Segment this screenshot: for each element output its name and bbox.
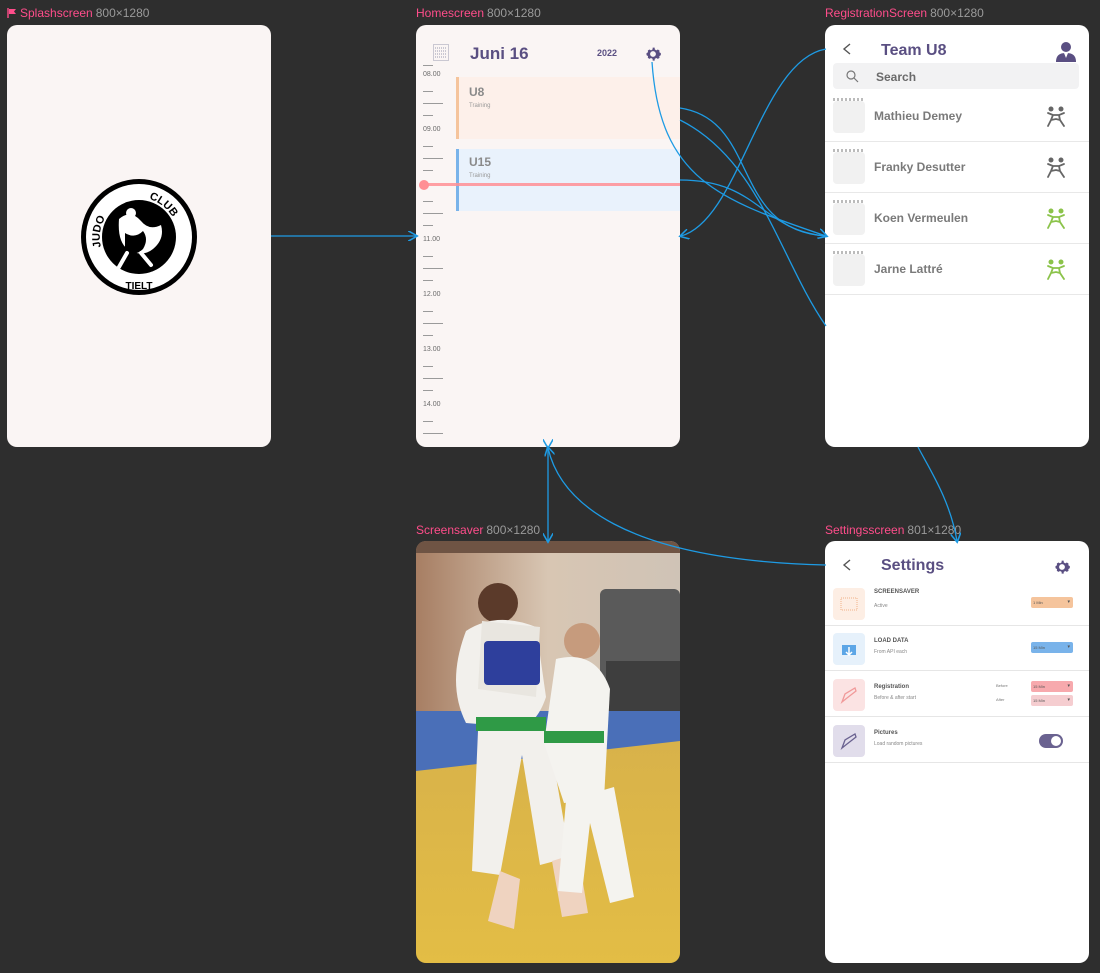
link-u8-registration xyxy=(679,107,827,237)
prototype-links xyxy=(271,48,1100,566)
link-u15-registration xyxy=(679,179,827,237)
link-registration-back xyxy=(681,48,827,236)
link-settings-gear xyxy=(651,61,826,236)
link-settings-back xyxy=(548,448,827,566)
link-registration-settings xyxy=(917,446,957,541)
